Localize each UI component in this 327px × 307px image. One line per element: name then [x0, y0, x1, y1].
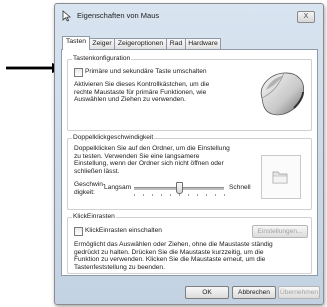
desc-line: zu testen. Verwenden Sie eine langsamere [74, 152, 200, 160]
speed-label: Geschwin- digkeit: [74, 181, 105, 196]
window-title: Eigenschaften von Maus [77, 11, 160, 20]
slider-tick [215, 194, 216, 196]
tab-zeiger[interactable]: Zeiger [89, 38, 115, 49]
close-button[interactable]: X [297, 11, 315, 23]
double-click-description: Doppelklicken Sie auf den Ordner, um die… [74, 145, 230, 175]
double-click-title: Doppelklickgeschwindigkeit [72, 134, 155, 141]
tab-panel: Tastenkonfiguration Primäre und sekundär… [61, 49, 318, 276]
desc-line: Ermöglicht das Auswählen oder Ziehen, oh… [74, 241, 273, 248]
desc-line: Einstellung, wenn der Ordner sich nicht … [74, 160, 224, 168]
slider-tick [143, 194, 144, 196]
slider-tick [197, 194, 198, 196]
speed-label-line: Geschwin- [74, 181, 106, 188]
click-lock-label: KlickEinrasten einschalten [85, 227, 162, 234]
fast-label: Schnell [229, 184, 251, 191]
desc-line: Doppelklicken Sie auf den Ordner, um die… [74, 145, 230, 152]
slider-tick [161, 194, 162, 196]
slider-tick [134, 194, 135, 196]
mouse-properties-dialog: Eigenschaften von Maus X Tasten Zeiger Z… [54, 3, 324, 305]
button-config-group: Tastenkonfiguration Primäre und sekundär… [67, 55, 312, 131]
desc-line: Aktivieren Sie dieses Kontrollkästchen, … [74, 81, 210, 88]
desc-line: gedrückt zu halten. Drücken Sie die Maus… [74, 248, 264, 256]
double-click-group: Doppelklickgeschwindigkeit Doppelklicken… [67, 134, 312, 210]
slider-thumb[interactable] [176, 182, 183, 194]
slider-tick [224, 194, 225, 196]
desc-line: Funktion zu verwenden. Klicken Sie die M… [74, 256, 266, 264]
tab-rad[interactable]: Rad [166, 38, 186, 49]
tab-hardware[interactable]: Hardware [185, 38, 221, 49]
test-folder-area[interactable] [261, 155, 301, 199]
ok-button[interactable]: OK [185, 286, 229, 299]
button-config-title: Tastenkonfiguration [72, 55, 132, 62]
mouse-pointer-icon [62, 10, 72, 22]
title-bar: Eigenschaften von Maus X [55, 4, 323, 28]
click-lock-description: Ermöglicht das Auswählen oder Ziehen, oh… [74, 241, 273, 271]
slider-tick [188, 194, 189, 196]
slider-tick [179, 194, 180, 196]
click-lock-group: KlickEinrasten KlickEinrasten einschalte… [67, 213, 312, 274]
slider-tick [206, 194, 207, 196]
slider-tick [152, 194, 153, 196]
click-lock-checkbox[interactable] [74, 227, 83, 236]
tab-tasten[interactable]: Tasten [62, 36, 90, 50]
desc-line: schließen lässt. [74, 167, 120, 175]
slow-label: Langsam [104, 184, 132, 191]
folder-icon [272, 171, 288, 184]
tab-zeigeroptionen[interactable]: Zeigeroptionen [114, 38, 167, 49]
desc-line: rechte Maustaste für primäre Funktionen,… [74, 88, 207, 96]
slider-tick [170, 194, 171, 196]
settings-button[interactable]: Einstellungen... [252, 225, 308, 238]
button-config-description: Aktivieren Sie dieses Kontrollkästchen, … [74, 81, 209, 104]
cancel-button[interactable]: Abbrechen [232, 286, 276, 299]
speed-label-line: digkeit: [74, 188, 95, 196]
apply-button[interactable]: Übernehmen [278, 286, 320, 299]
click-lock-title: KlickEinrasten [72, 213, 116, 220]
mouse-image [260, 72, 305, 116]
desc-line: Tastenfeststellung zu beenden. [74, 263, 165, 271]
desc-line: Auswählen und Ziehen zu verwenden. [74, 96, 186, 104]
swap-buttons-label: Primäre und sekundäre Taste umschalten [85, 68, 207, 75]
swap-buttons-checkbox[interactable] [74, 68, 83, 77]
